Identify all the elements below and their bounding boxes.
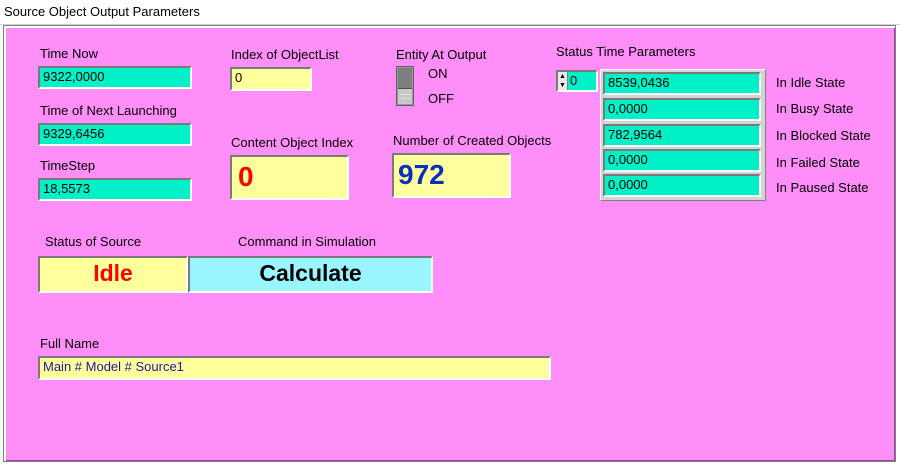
busy-state-label: In Busy State <box>776 101 854 116</box>
toggle-on-label: ON <box>428 66 448 81</box>
full-name-label: Full Name <box>40 336 100 351</box>
blocked-state-label: In Blocked State <box>776 128 871 143</box>
content-object-index-field[interactable]: 0 <box>230 155 349 200</box>
toggle-grip-line <box>401 94 411 95</box>
created-objects-label: Number of Created Objects <box>393 133 552 148</box>
spinner-arrows-icon[interactable]: ▲ ▼ <box>558 72 568 90</box>
entity-at-output-toggle[interactable] <box>396 66 414 106</box>
blocked-state-field[interactable]: 782,9564 <box>603 124 761 147</box>
toggle-slot <box>398 89 412 104</box>
paused-state-label: In Paused State <box>776 180 869 195</box>
timestep-label: TimeStep <box>40 158 96 173</box>
time-now-field[interactable]: 9322,0000 <box>38 66 192 89</box>
window-title: Source Object Output Parameters <box>4 4 200 19</box>
index-objectlist-field[interactable]: 0 <box>230 67 312 91</box>
status-time-spinner[interactable]: ▲ ▼ 0 <box>556 70 598 92</box>
idle-state-field[interactable]: 8539,0436 <box>603 72 761 95</box>
entity-at-output-label: Entity At Output <box>396 47 487 62</box>
next-launching-label: Time of Next Launching <box>40 103 177 118</box>
paused-state-field[interactable]: 0,0000 <box>603 174 761 197</box>
content-object-index-label: Content Object Index <box>231 135 354 150</box>
status-time-label: Status Time Parameters <box>556 44 696 59</box>
window-titlebar: Source Object Output Parameters <box>0 0 900 25</box>
timestep-field[interactable]: 18,5573 <box>38 178 192 201</box>
next-launching-field[interactable]: 9329,6456 <box>38 123 192 146</box>
status-of-source-field[interactable]: Idle <box>38 256 188 293</box>
toggle-off-label: OFF <box>428 91 454 106</box>
full-name-field[interactable]: Main # Model # Source1 <box>38 356 551 380</box>
created-objects-field[interactable]: 972 <box>392 153 511 198</box>
toggle-knob <box>398 68 412 89</box>
status-of-source-label: Status of Source <box>45 234 142 249</box>
idle-state-label: In Idle State <box>776 75 846 90</box>
command-label: Command in Simulation <box>238 234 377 249</box>
failed-state-field[interactable]: 0,0000 <box>603 149 761 172</box>
spinner-value: 0 <box>570 73 578 88</box>
time-now-label: Time Now <box>40 46 99 61</box>
command-field[interactable]: Calculate <box>188 256 433 293</box>
failed-state-label: In Failed State <box>776 155 860 170</box>
toggle-grip-line <box>401 98 411 99</box>
index-objectlist-label: Index of ObjectList <box>231 47 339 62</box>
busy-state-field[interactable]: 0,0000 <box>603 98 761 121</box>
